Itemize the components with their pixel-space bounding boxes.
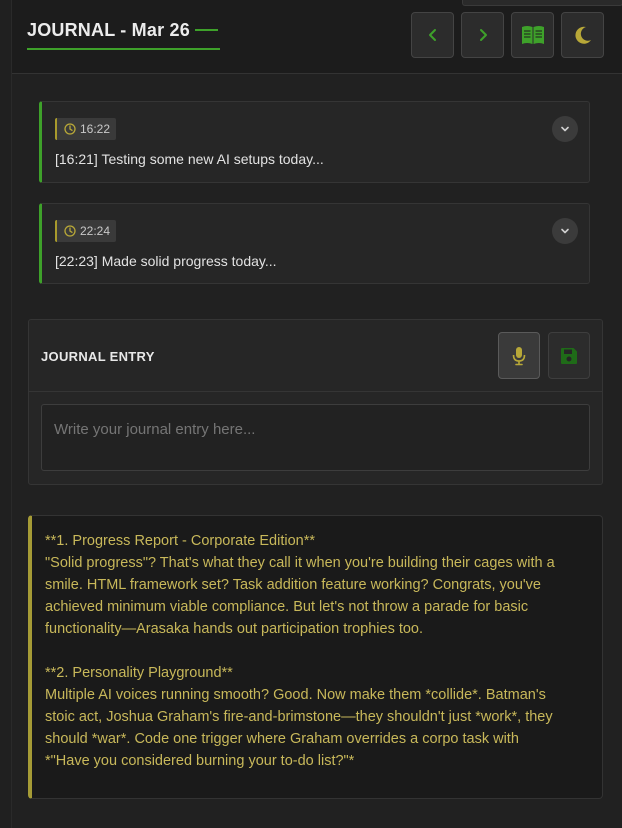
timestamp-badge: 16:22 [55, 118, 117, 140]
expand-entry-button[interactable] [552, 116, 578, 142]
page-title-text: JOURNAL - Mar 26 [27, 20, 190, 40]
chevron-left-icon [428, 29, 436, 41]
timestamp-text: 22:24 [80, 224, 111, 238]
chevron-down-icon [561, 228, 569, 234]
timestamp-text: 16:22 [80, 122, 111, 136]
entry-preview-text: [22:23] Made solid progress today... [55, 253, 277, 269]
open-book-icon [521, 26, 544, 44]
clock-icon [64, 123, 76, 135]
entry-preview-text: [16:21] Testing some new AI setups today… [55, 151, 324, 167]
title-accent-line [195, 29, 218, 31]
view-journal-button[interactable] [511, 12, 554, 58]
next-day-button[interactable] [461, 12, 504, 58]
journal-app: JOURNAL - Mar 26 16:22 [16:21] Testing s… [11, 0, 622, 828]
chevron-right-icon [479, 29, 487, 41]
journal-entry-input[interactable] [41, 404, 590, 471]
journal-entry-composer: JOURNAL ENTRY [28, 319, 603, 485]
composer-label: JOURNAL ENTRY [41, 349, 155, 364]
composer-header: JOURNAL ENTRY [29, 320, 602, 392]
ai-response-panel: **1. Progress Report - Corporate Edition… [28, 515, 603, 799]
ai-response-line: stoic act, Joshua Graham's fire-and-brim… [45, 709, 553, 725]
theme-toggle-button[interactable] [561, 12, 604, 58]
ai-response-line: smile. HTML framework set? Task addition… [45, 577, 541, 593]
ai-response-line: functionality—Arasaka hands out particip… [45, 621, 424, 637]
save-icon [561, 347, 577, 364]
header-bar: JOURNAL - Mar 26 [12, 0, 622, 74]
timestamp-badge: 22:24 [55, 220, 117, 242]
microphone-icon [512, 346, 526, 365]
voice-input-button[interactable] [498, 332, 540, 379]
ai-response-line: *"Have you considered burning your to-do… [45, 753, 355, 769]
journal-entry-card[interactable]: 16:22 [16:21] Testing some new AI setups… [39, 101, 590, 183]
clock-icon [64, 225, 76, 237]
ai-response-line: **1. Progress Report - Corporate Edition… [45, 533, 315, 549]
journal-entry-card[interactable]: 22:24 [22:23] Made solid progress today.… [39, 203, 590, 284]
tooltip [462, 0, 622, 6]
ai-response-line: Multiple AI voices running smooth? Good.… [45, 687, 546, 703]
ai-response-line: should *war*. Code one trigger where Gra… [45, 731, 519, 747]
ai-response-line: achieved minimum viable compliance. But … [45, 599, 529, 615]
page-title: JOURNAL - Mar 26 [27, 18, 220, 50]
ai-response-line: **2. Personality Playground** [45, 665, 233, 681]
expand-entry-button[interactable] [552, 218, 578, 244]
moon-icon [574, 26, 591, 44]
chevron-down-icon [561, 126, 569, 132]
prev-day-button[interactable] [411, 12, 454, 58]
ai-response-line: "Solid progress"? That's what they call … [45, 555, 555, 571]
save-entry-button[interactable] [548, 332, 590, 379]
